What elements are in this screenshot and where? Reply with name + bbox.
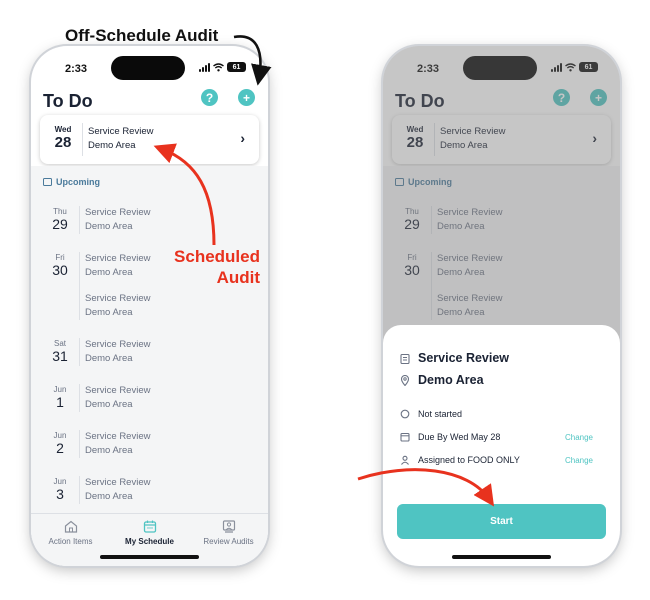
upcoming-dow: Fri: [55, 253, 65, 262]
today-audit-area: Demo Area: [88, 140, 136, 151]
wifi-icon: [213, 62, 224, 71]
upcoming-dow: Thu: [53, 207, 67, 216]
sheet-status-row: Not started: [400, 409, 462, 419]
upcoming-dow: Sat: [53, 339, 66, 348]
upcoming-dow: Jun: [53, 385, 67, 394]
upcoming-audit-title[interactable]: Service Review: [85, 207, 150, 218]
plus-icon: +: [242, 90, 250, 105]
status-time: 2:33: [65, 63, 88, 75]
sheet-assigned-row: Assigned to FOOD ONLY: [400, 455, 520, 465]
divider: [79, 338, 80, 366]
upcoming-audit-title[interactable]: Service Review: [85, 293, 150, 304]
upcoming-day: 30: [52, 262, 68, 278]
upcoming-date: Thu 29: [45, 207, 75, 232]
upcoming-audit-title[interactable]: Service Review: [85, 253, 150, 264]
today-date: Wed 28: [48, 125, 78, 151]
upcoming-audit-area: Demo Area: [85, 491, 133, 502]
change-assignee-link[interactable]: Change: [565, 456, 593, 465]
upcoming-date: Jun1: [45, 385, 75, 410]
sheet-audit-area: Demo Area: [418, 373, 484, 387]
divider: [79, 430, 80, 458]
upcoming-audit-area: Demo Area: [85, 221, 133, 232]
page-title: To Do: [43, 91, 93, 111]
callout-line: Audit: [216, 268, 260, 287]
help-button[interactable]: ?: [201, 89, 218, 106]
home-indicator: [100, 555, 199, 559]
upcoming-audit-title[interactable]: Service Review: [85, 385, 150, 396]
today-scheduled-audit-card[interactable]: Wed 28 Service Review Demo Area ›: [40, 115, 259, 164]
upcoming-day: 31: [52, 348, 68, 364]
upcoming-audit-title[interactable]: Service Review: [85, 477, 150, 488]
calendar-icon: [43, 178, 52, 186]
status-bar: 2:33 61: [31, 46, 268, 90]
tab-my-schedule[interactable]: My Schedule: [110, 520, 189, 546]
today-day: 28: [54, 134, 72, 151]
upcoming-dow: Jun: [53, 431, 67, 440]
upcoming-audit-title[interactable]: Service Review: [85, 431, 150, 442]
upcoming-day: 2: [56, 440, 64, 456]
home-indicator: [452, 555, 551, 559]
upcoming-audit-area: Demo Area: [85, 307, 133, 318]
upcoming-day: 29: [52, 216, 68, 232]
phone-left-screen: 2:33 61 To Do ? + Wed 28 Service Review …: [31, 46, 268, 566]
divider: [82, 123, 83, 156]
today-audit-title: Service Review: [88, 126, 154, 137]
phone-right-screen: 2:33 61 To Do ? + Wed 28 Service Review …: [383, 46, 620, 566]
off-schedule-audit-callout: Off-Schedule Audit: [65, 26, 219, 45]
upcoming-date: Sat31: [45, 339, 75, 364]
sheet-due-date: Due By Wed May 28: [418, 432, 501, 442]
upcoming-audit-area: Demo Area: [85, 267, 133, 278]
tab-label: Action Items: [48, 537, 93, 546]
upcoming-audit-title[interactable]: Service Review: [85, 339, 150, 350]
tab-label: My Schedule: [125, 537, 174, 546]
upcoming-audit-area: Demo Area: [85, 353, 133, 364]
divider: [79, 206, 80, 234]
calendar-icon: [400, 432, 410, 442]
question-icon: ?: [205, 90, 214, 105]
sheet-area-row: Demo Area: [400, 373, 484, 387]
upcoming-dow: Jun: [53, 477, 67, 486]
tab-review-audits[interactable]: Review Audits: [189, 520, 268, 546]
tab-action-items[interactable]: Action Items: [31, 520, 110, 546]
sheet-due-row: Due By Wed May 28: [400, 432, 500, 442]
dynamic-island: [111, 56, 185, 80]
bottom-tab-bar: Action Items My Schedule Review Audits: [31, 513, 268, 566]
upcoming-label: Upcoming: [56, 177, 100, 187]
upcoming-audit-area: Demo Area: [85, 399, 133, 410]
review-icon: [222, 520, 235, 533]
signal-icon: [199, 62, 210, 72]
status-icons: 61: [199, 62, 246, 72]
scheduled-audit-callout: Scheduled Audit: [160, 246, 260, 288]
user-icon: [401, 455, 409, 465]
battery-icon: 61: [227, 62, 246, 72]
upcoming-date: Jun2: [45, 431, 75, 456]
upcoming-header: Upcoming: [43, 177, 100, 187]
divider: [79, 384, 80, 412]
divider: [79, 476, 80, 504]
add-audit-button[interactable]: +: [238, 89, 255, 106]
upcoming-date: Fri 30: [45, 253, 75, 278]
status-circle-icon: [400, 409, 410, 419]
upcoming-day: 1: [56, 394, 64, 410]
calendar-icon: [143, 520, 156, 533]
change-due-date-link[interactable]: Change: [565, 433, 593, 442]
upcoming-day: 3: [56, 486, 64, 502]
upcoming-date: Jun3: [45, 477, 75, 502]
home-icon: [64, 520, 77, 533]
clipboard-icon: [400, 353, 410, 364]
start-audit-button[interactable]: Start: [397, 504, 606, 539]
sheet-title-row: Service Review: [400, 351, 509, 365]
today-dow: Wed: [54, 125, 72, 134]
sheet-audit-title: Service Review: [418, 351, 510, 365]
location-pin-icon: [400, 374, 410, 386]
sheet-assigned-to: Assigned to FOOD ONLY: [418, 455, 520, 465]
chevron-right-icon: ›: [240, 130, 245, 146]
callout-line: Scheduled: [174, 247, 260, 266]
upcoming-audit-area: Demo Area: [85, 445, 133, 456]
sheet-status: Not started: [418, 409, 463, 419]
tab-label: Review Audits: [203, 537, 254, 546]
divider: [79, 252, 80, 320]
